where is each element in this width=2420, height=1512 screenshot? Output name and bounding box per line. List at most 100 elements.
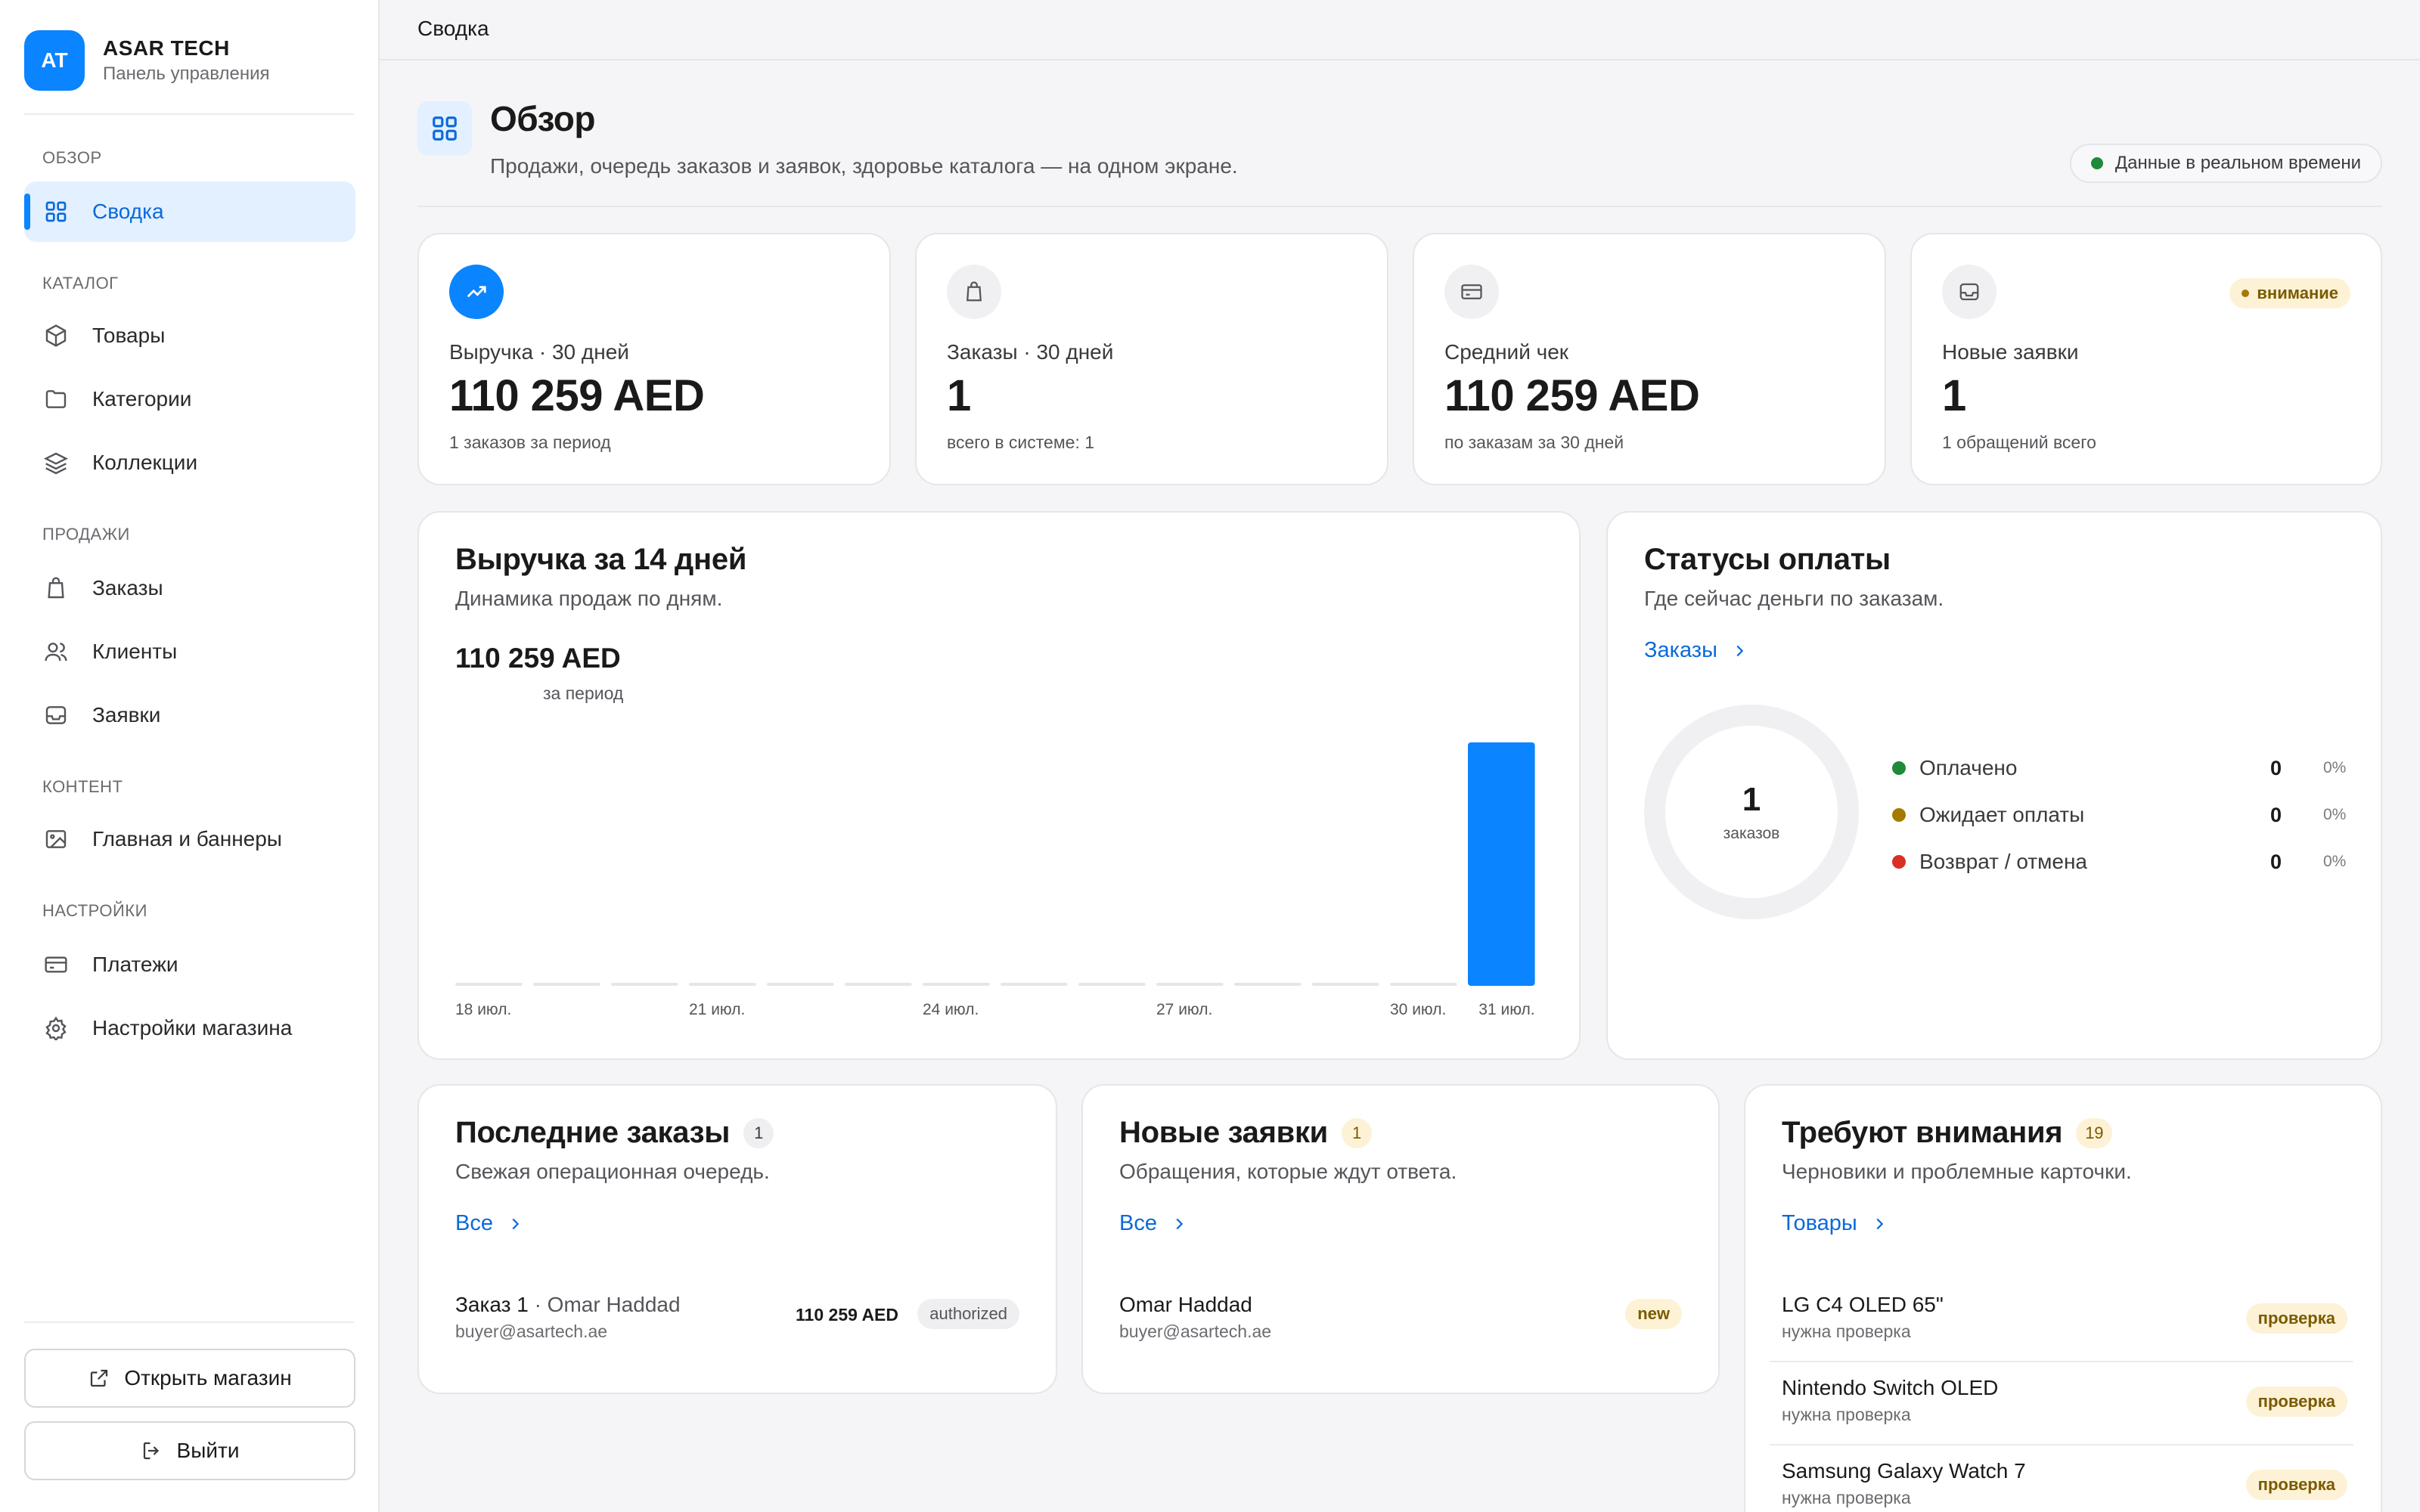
card-icon (42, 951, 70, 978)
donut-total: 1 (1742, 781, 1761, 818)
chart-bar-6 (845, 983, 912, 986)
logout-button[interactable]: Выйти (24, 1421, 355, 1480)
sidebar-item-requests[interactable]: Заявки (24, 685, 355, 745)
sidebar-item-label: Коллекции (92, 451, 198, 474)
card-title: Требуют внимания 19 (1782, 1116, 2113, 1150)
legend-item-pending: Ожидает оплаты 0 0% (1892, 800, 2346, 830)
topbar: Сводка (380, 0, 2420, 60)
sidebar-item-label: Сводка (92, 200, 164, 223)
sidebar-item-payments[interactable]: Платежи (24, 934, 355, 995)
logout-icon (141, 1439, 163, 1462)
chart-bar-8 (1001, 983, 1068, 986)
x-tick-label: 30 июл. (1390, 1001, 1446, 1018)
open-store-button[interactable]: Открыть магазин (24, 1349, 355, 1408)
attention-row[interactable]: Nintendo Switch OLED нужна проверка пров… (1770, 1362, 2353, 1445)
sidebar-item-customers[interactable]: Клиенты (24, 621, 355, 682)
all-link-label: Все (455, 1211, 493, 1235)
products-link[interactable]: Товары (1782, 1211, 1888, 1236)
order-number: Заказ 1 (455, 1293, 529, 1316)
grid-icon (417, 101, 472, 156)
all-orders-link[interactable]: Все (455, 1211, 523, 1236)
grid-icon (42, 198, 70, 225)
count-badge: 1 (1341, 1117, 1372, 1148)
sidebar-item-label: Главная и баннеры (92, 827, 282, 850)
attention-row[interactable]: LG C4 OLED 65" нужна проверка проверка (1770, 1279, 2353, 1362)
chevron-right-icon (507, 1216, 523, 1232)
external-link-icon (88, 1367, 110, 1390)
chart-bar-12 (1312, 983, 1379, 986)
sidebar-item-orders[interactable]: Заказы (24, 558, 355, 618)
chart-bar-4 (689, 983, 756, 986)
sidebar-item-label: Заказы (92, 576, 163, 600)
sidebar-item-label: Товары (92, 324, 166, 347)
sidebar-item-label: Платежи (92, 953, 178, 976)
request-email: buyer@asartech.ae (1119, 1321, 1272, 1341)
payment-donut-chart: 1 заказов (1644, 705, 1859, 919)
attention-dot-icon (2242, 290, 2250, 297)
all-requests-link[interactable]: Все (1119, 1211, 1187, 1236)
section-title-overview: ОБЗОР (42, 148, 102, 167)
sidebar-item-categories[interactable]: Категории (24, 369, 355, 429)
legend-value: 0 (2270, 756, 2282, 779)
kpi-note: по заказам за 30 дней (1444, 432, 1624, 452)
trend-up-icon (449, 265, 504, 319)
sidebar-item-collections[interactable]: Коллекции (24, 432, 355, 493)
chart-bar-10 (1156, 983, 1224, 986)
kpi-value: 110 259 AED (1444, 371, 1700, 420)
sidebar: AT ASAR TECH Панель управления ОБЗОР Сво… (0, 0, 380, 1512)
card-title: Последние заказы 1 (455, 1116, 774, 1150)
sidebar-item-products[interactable]: Товары (24, 305, 355, 366)
donut-total-label: заказов (1723, 825, 1780, 842)
kpi-card-revenue: Выручка · 30 дней 110 259 AED 1 заказов … (417, 233, 891, 485)
chart-bar-7 (923, 983, 990, 986)
request-row[interactable]: Omar Haddad buyer@asartech.ae new (1119, 1293, 1682, 1353)
section-title-content: КОНТЕНТ (42, 777, 123, 796)
status-badge: new (1625, 1299, 1682, 1329)
kpi-note: всего в системе: 1 (947, 432, 1095, 452)
chart-bar-3 (611, 983, 678, 986)
attention-row[interactable]: Samsung Galaxy Watch 7 нужна проверка пр… (1770, 1445, 2353, 1512)
brand-name: ASAR TECH (103, 36, 230, 60)
x-tick-label: 21 июл. (689, 1001, 745, 1018)
attention-card: Требуют внимания 19 Черновики и проблемн… (1744, 1084, 2382, 1512)
kpi-note: 1 заказов за период (449, 432, 611, 452)
all-link-label: Все (1119, 1211, 1157, 1235)
live-data-badge: Данные в реальном времени (2069, 144, 2382, 183)
orders-link[interactable]: Заказы (1644, 638, 1748, 663)
chart-bar-14 (1468, 742, 1535, 986)
kpi-value: 1 (947, 371, 971, 420)
box-icon (42, 322, 70, 349)
legend-percent: 0% (2323, 853, 2347, 870)
chevron-right-icon (1171, 1216, 1187, 1232)
live-badge-label: Данные в реальном времени (2114, 153, 2361, 173)
legend-dot (1892, 855, 1906, 869)
layers-icon (42, 449, 70, 476)
kpi-card-average-check: Средний чек 110 259 AED по заказам за 30… (1413, 233, 1886, 485)
legend-percent: 0% (2323, 806, 2347, 823)
brand[interactable]: AT ASAR TECH Панель управления (24, 30, 269, 91)
users-icon (42, 638, 70, 665)
bag-icon (947, 265, 1001, 319)
sidebar-item-home-banners[interactable]: Главная и баннеры (24, 809, 355, 869)
products-link-label: Товары (1782, 1211, 1857, 1235)
legend-item-refund: Возврат / отмена 0 0% (1892, 847, 2346, 877)
breadcrumb: Сводка (417, 17, 489, 40)
sidebar-item-store-settings[interactable]: Настройки магазина (24, 998, 355, 1058)
live-dot-icon (2090, 157, 2103, 169)
order-amount: 110 259 AED (796, 1305, 898, 1325)
page-title: Обзор (490, 99, 596, 138)
payment-status-card: Статусы оплаты Где сейчас деньги по зака… (1606, 511, 2382, 1060)
sidebar-item-label: Заявки (92, 703, 161, 727)
kpi-note: 1 обращений всего (1942, 432, 2096, 452)
count-badge: 19 (2076, 1117, 2113, 1148)
logout-label: Выйти (176, 1439, 240, 1462)
order-row[interactable]: Заказ 1 · Omar Haddad buyer@asartech.ae … (455, 1293, 1019, 1353)
sidebar-item-summary[interactable]: Сводка (24, 181, 355, 242)
chevron-right-icon (1871, 1216, 1888, 1232)
legend-label: Возврат / отмена (1919, 850, 2087, 873)
attention-badge: внимание (2229, 278, 2350, 308)
legend-label: Ожидает оплаты (1919, 803, 2085, 826)
bag-icon (42, 575, 70, 602)
sidebar-divider (24, 1321, 354, 1323)
legend-dot (1892, 761, 1906, 775)
